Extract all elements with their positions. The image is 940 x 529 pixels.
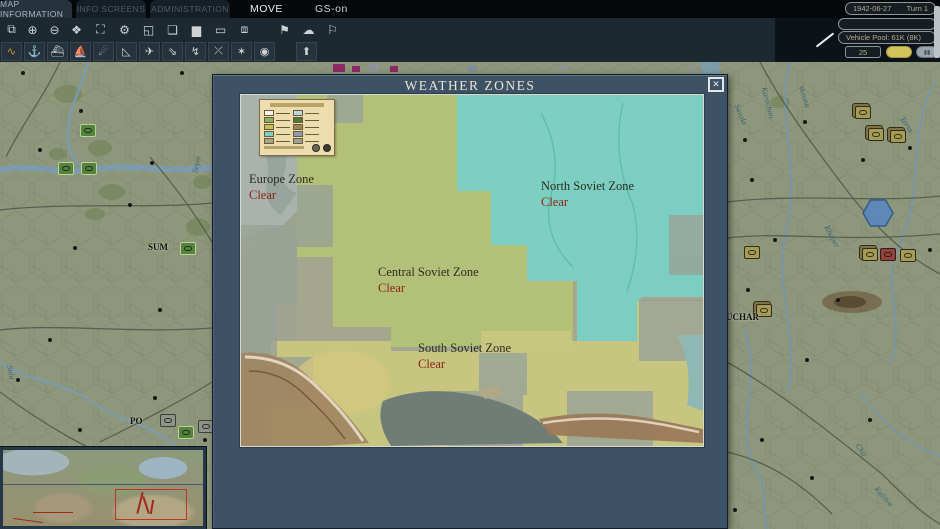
menu-bar: MAP INFORMATION INFO SCREENS ADMINISTRAT… xyxy=(0,0,940,19)
front-line-mark xyxy=(13,517,43,524)
rectangle-icon[interactable]: ▭ xyxy=(210,20,231,39)
zone-status-south-soviet: Clear xyxy=(418,357,446,371)
counter-value: 25 xyxy=(858,47,868,57)
unit-counter[interactable] xyxy=(900,249,916,262)
counters-icon[interactable]: ❏ xyxy=(162,20,183,39)
select-area-icon[interactable]: ⛶ xyxy=(90,20,111,39)
move-shape-icon[interactable]: ◱ xyxy=(138,20,159,39)
air-attack-icon[interactable]: ⤫ xyxy=(208,42,229,61)
factory-icon[interactable]: ▆ xyxy=(186,20,207,39)
unit-counter[interactable] xyxy=(80,124,96,137)
tab-info-screens[interactable]: INFO SCREENS xyxy=(76,0,146,18)
city-block xyxy=(468,65,477,72)
weather-zones-dialog: WEATHER ZONES ✕ Europe Zone Clear North … xyxy=(212,74,728,529)
date-label: 1942-06-27 xyxy=(853,4,892,13)
speed-button-yellow[interactable] xyxy=(886,46,912,58)
air-drop-icon[interactable]: ⇘ xyxy=(162,42,183,61)
menu-move[interactable]: MOVE xyxy=(250,0,283,18)
ship-2-icon[interactable]: ⛴ xyxy=(47,42,68,61)
info-pill-empty xyxy=(838,18,936,30)
zone-label-europe: Europe Zone xyxy=(249,172,314,186)
radar-icon[interactable]: ☄ xyxy=(93,42,114,61)
vehicle-pool-display: Vehicle Pool: 61K (8K) xyxy=(838,31,936,44)
air-recon-icon[interactable]: ↯ xyxy=(185,42,206,61)
unit-dots-icon[interactable]: ❖ xyxy=(66,20,87,39)
counter-box[interactable]: 25 xyxy=(845,46,881,58)
game-screen: SUM BOGUCHAR PO Seym Sula Savala Karacha… xyxy=(0,0,940,529)
next-phase-icon[interactable]: ◉ xyxy=(254,42,275,61)
selected-hex[interactable] xyxy=(862,199,894,227)
zone-status-central-soviet: Clear xyxy=(378,281,406,295)
scrollbar-handle[interactable] xyxy=(934,6,940,58)
zone-label-central-soviet: Central Soviet Zone xyxy=(378,265,479,279)
unit-stack[interactable] xyxy=(890,130,906,143)
upgrade-icon[interactable]: ⬆ xyxy=(296,42,317,61)
flag-icon[interactable]: ⚐ xyxy=(322,20,343,39)
tab-label: MAP INFORMATION xyxy=(0,0,64,19)
unit-counter[interactable] xyxy=(178,426,194,439)
close-icon[interactable]: ✕ xyxy=(708,77,724,92)
city-block xyxy=(333,64,345,72)
city-label-sumy: SUM xyxy=(148,242,168,252)
turn-label: Turn 1 xyxy=(906,4,928,13)
weather-cloud-icon[interactable]: ☁ xyxy=(298,20,319,39)
city-block xyxy=(688,65,696,72)
bombard-icon[interactable]: ✶ xyxy=(231,42,252,61)
ship-3-icon[interactable]: ⛵ xyxy=(70,42,91,61)
city-block xyxy=(558,65,568,72)
unit-counter[interactable] xyxy=(180,242,196,255)
zoom-in-icon[interactable]: ⊕ xyxy=(22,20,43,39)
settings-gear-icon[interactable]: ⚙ xyxy=(114,20,135,39)
city-block xyxy=(352,66,360,72)
zone-label-north-soviet: North Soviet Zone xyxy=(541,179,635,193)
zoom-out-icon[interactable]: ⊖ xyxy=(44,20,65,39)
menu-gs-toggle[interactable]: GS-on xyxy=(315,0,348,18)
city-block xyxy=(369,64,379,72)
air-transfer-icon[interactable]: ✈ xyxy=(139,42,160,61)
zone-status-north-soviet: Clear xyxy=(541,195,569,209)
unit-counter[interactable] xyxy=(81,162,97,175)
unit-counter[interactable] xyxy=(744,246,760,259)
rail-route-icon[interactable]: ∿ xyxy=(1,42,22,61)
toolbar: ⧉ ⊕ ⊖ ❖ ⛶ ⚙ ◱ ❏ ▆ ▭ ⧈ ⚑ ☁ ⚐ ∿ ⚓ ⛴ ⛵ ☄ ◺ … xyxy=(0,18,940,62)
unit-stack[interactable] xyxy=(855,106,871,119)
pause-icon: ▮▮ xyxy=(923,49,931,56)
tab-administration[interactable]: ADMINISTRATION xyxy=(150,0,230,18)
unit-stack[interactable] xyxy=(868,128,884,141)
zone-label-south-soviet: South Soviet Zone xyxy=(418,341,512,355)
naval-transfer-icon[interactable]: ◺ xyxy=(116,42,137,61)
exit-flag-icon[interactable]: ⚑ xyxy=(274,20,295,39)
ship-1-icon[interactable]: ⚓ xyxy=(24,42,45,61)
unit-counter[interactable] xyxy=(58,162,74,175)
map-key-title xyxy=(270,103,324,107)
pencil-icon[interactable] xyxy=(815,32,835,48)
city-label-po: PO xyxy=(130,416,143,426)
map-key xyxy=(259,99,335,156)
tab-map-information[interactable]: MAP INFORMATION xyxy=(0,0,72,19)
unit-counter[interactable] xyxy=(160,414,176,427)
city-block xyxy=(390,66,398,72)
minimap[interactable] xyxy=(0,446,207,529)
unit-stack[interactable] xyxy=(862,248,878,261)
map-key-note xyxy=(264,146,304,149)
jump-map-icon[interactable]: ⧈ xyxy=(234,20,255,39)
key-button-1[interactable] xyxy=(312,144,320,152)
minimap-divider xyxy=(3,484,203,485)
zone-status-europe: Clear xyxy=(249,188,277,202)
date-turn-display: 1942-06-27 Turn 1 xyxy=(845,2,936,15)
key-button-2[interactable] xyxy=(323,144,331,152)
dialog-title: WEATHER ZONES xyxy=(404,78,536,93)
unit-counter-enemy[interactable] xyxy=(880,248,896,261)
window-icon[interactable]: ⧉ xyxy=(1,20,22,39)
front-line-mark xyxy=(33,512,73,513)
weather-zone-map: Europe Zone Clear North Soviet Zone Clea… xyxy=(240,94,704,447)
tab-label: ADMINISTRATION xyxy=(151,4,229,14)
tab-label: INFO SCREENS xyxy=(76,4,146,14)
vehicle-pool-label: Vehicle Pool: 61K (8K) xyxy=(846,33,922,42)
